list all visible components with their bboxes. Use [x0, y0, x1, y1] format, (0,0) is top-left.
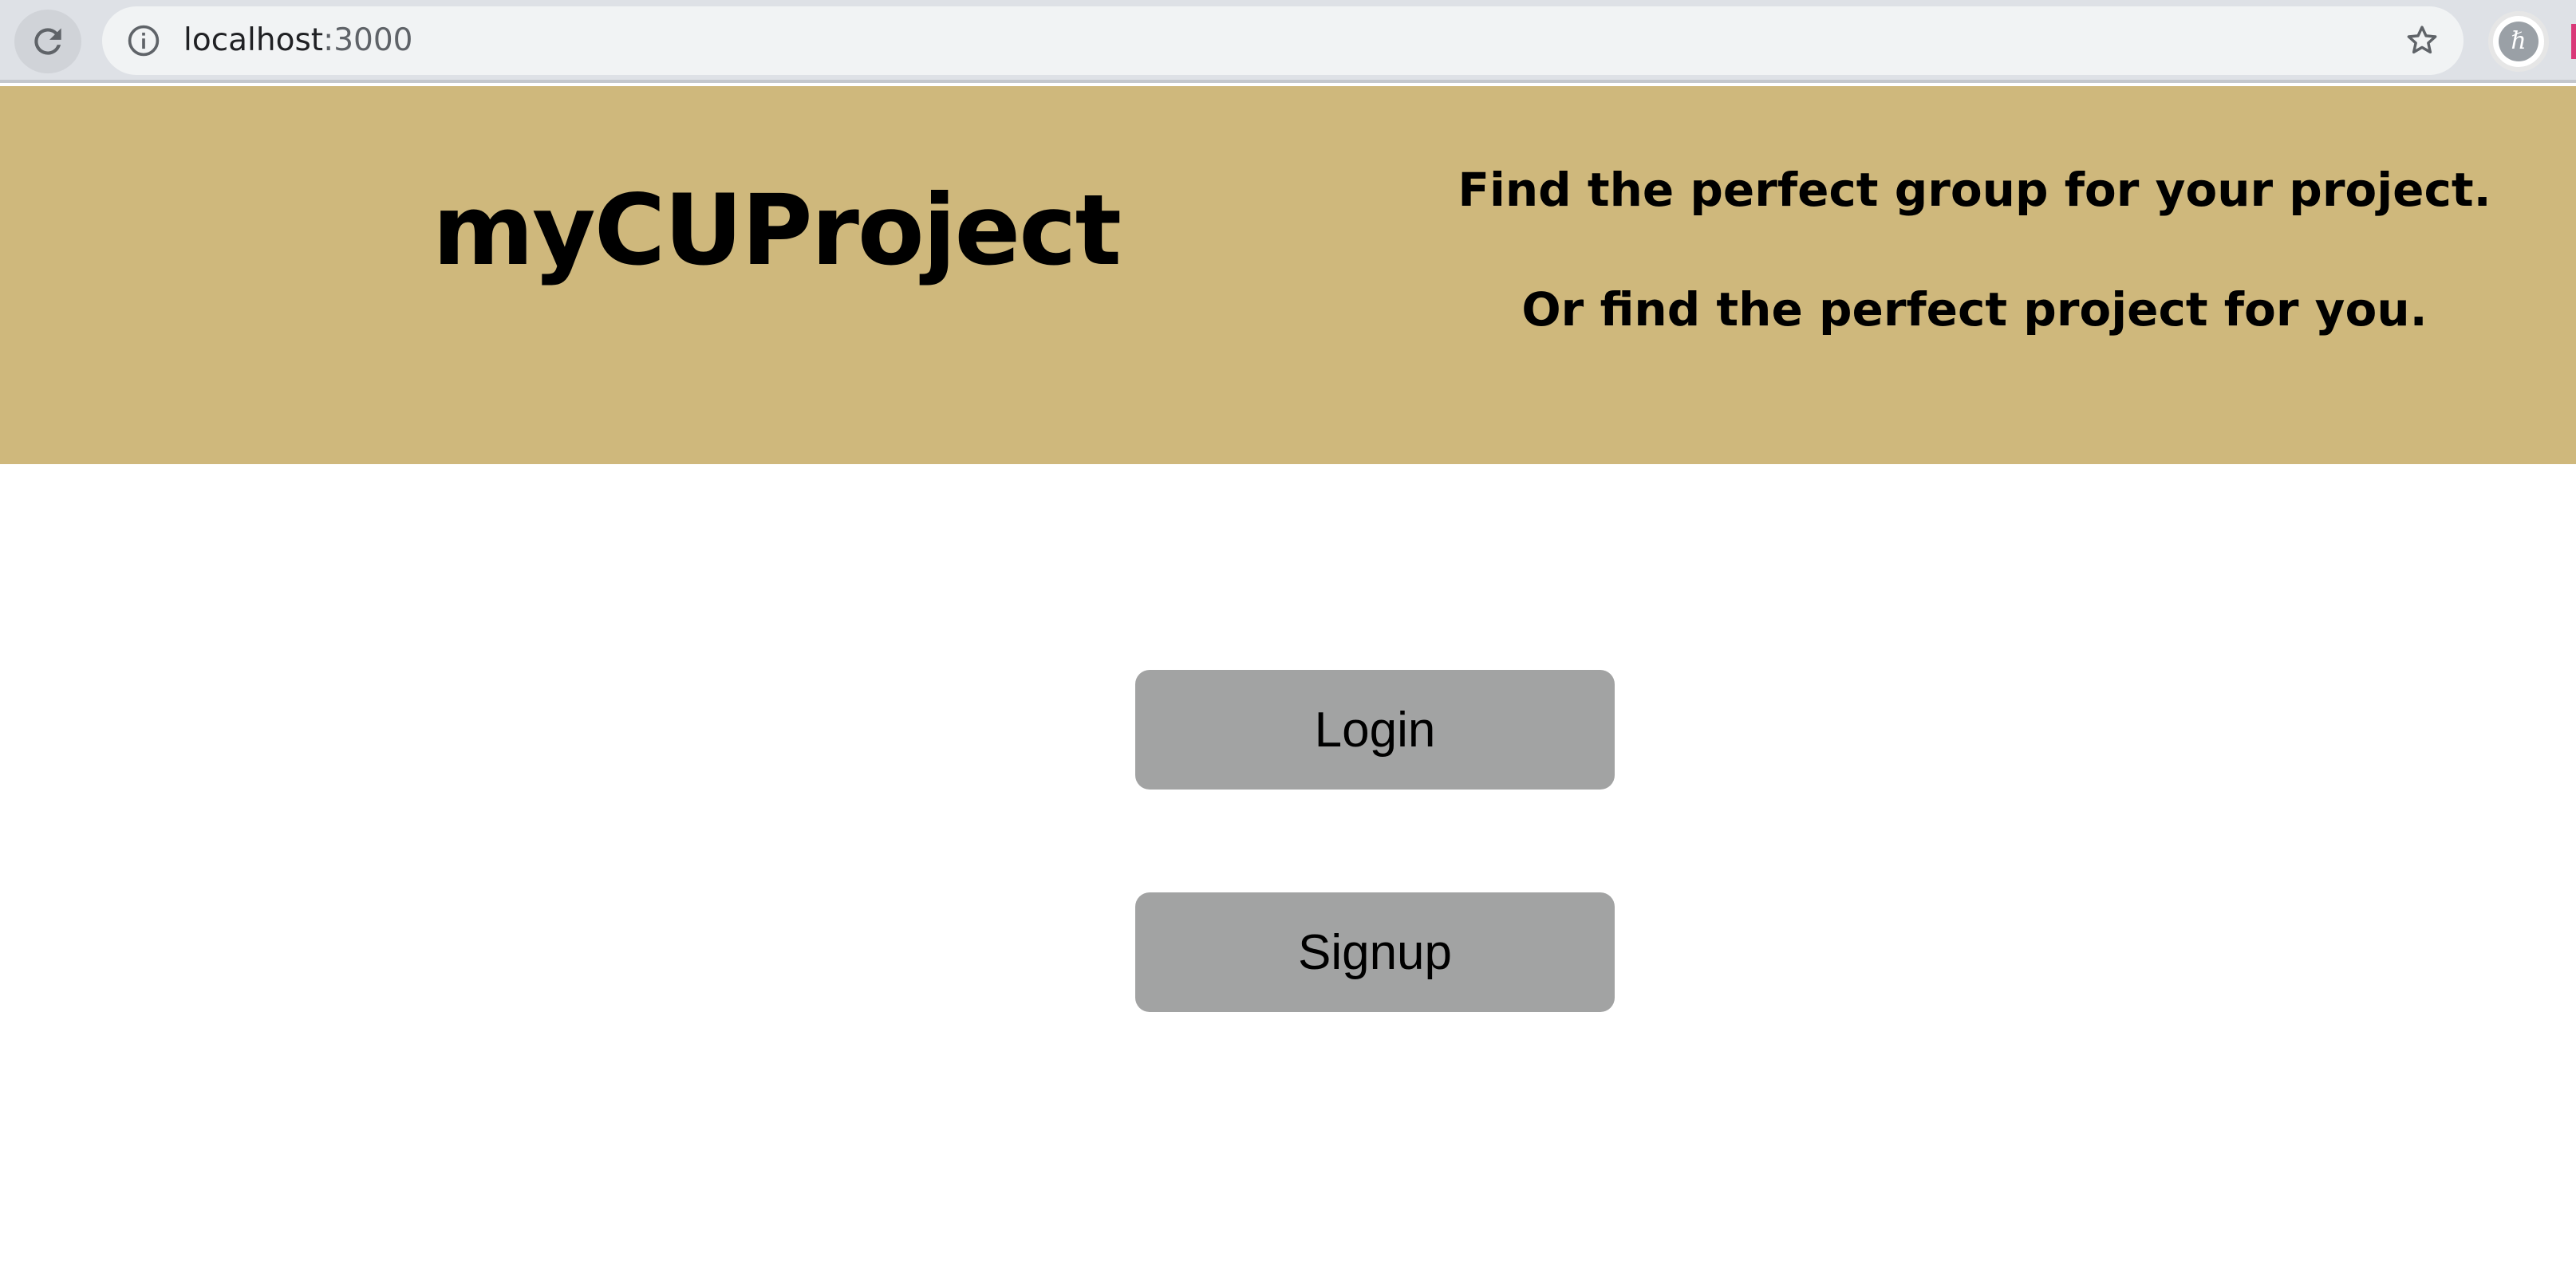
main-content: Login Signup	[0, 464, 2576, 1272]
login-button[interactable]: Login	[1135, 670, 1615, 790]
profile-button[interactable]: ℏ	[2488, 11, 2549, 72]
reload-icon	[34, 28, 61, 55]
info-icon[interactable]	[126, 23, 161, 58]
profile-avatar: ℏ	[2499, 22, 2539, 61]
url-port: :3000	[323, 22, 413, 58]
browser-toolbar: localhost:3000 ℏ	[0, 0, 2576, 83]
tagline-project: Or find the perfect project for you.	[1521, 282, 2428, 337]
tagline-group: Find the perfect group for your project.	[1458, 163, 2491, 217]
url-text[interactable]: localhost:3000	[183, 6, 412, 75]
signup-button[interactable]: Signup	[1135, 892, 1615, 1012]
extension-edge	[2571, 24, 2576, 59]
url-host: localhost	[183, 22, 324, 58]
bookmark-star-icon[interactable]	[2403, 22, 2441, 60]
address-bar[interactable]: localhost:3000	[102, 6, 2464, 75]
reload-button[interactable]	[14, 10, 81, 73]
site-header: myCUProject Find the perfect group for y…	[0, 86, 2576, 464]
site-title: myCUProject	[432, 174, 1122, 287]
